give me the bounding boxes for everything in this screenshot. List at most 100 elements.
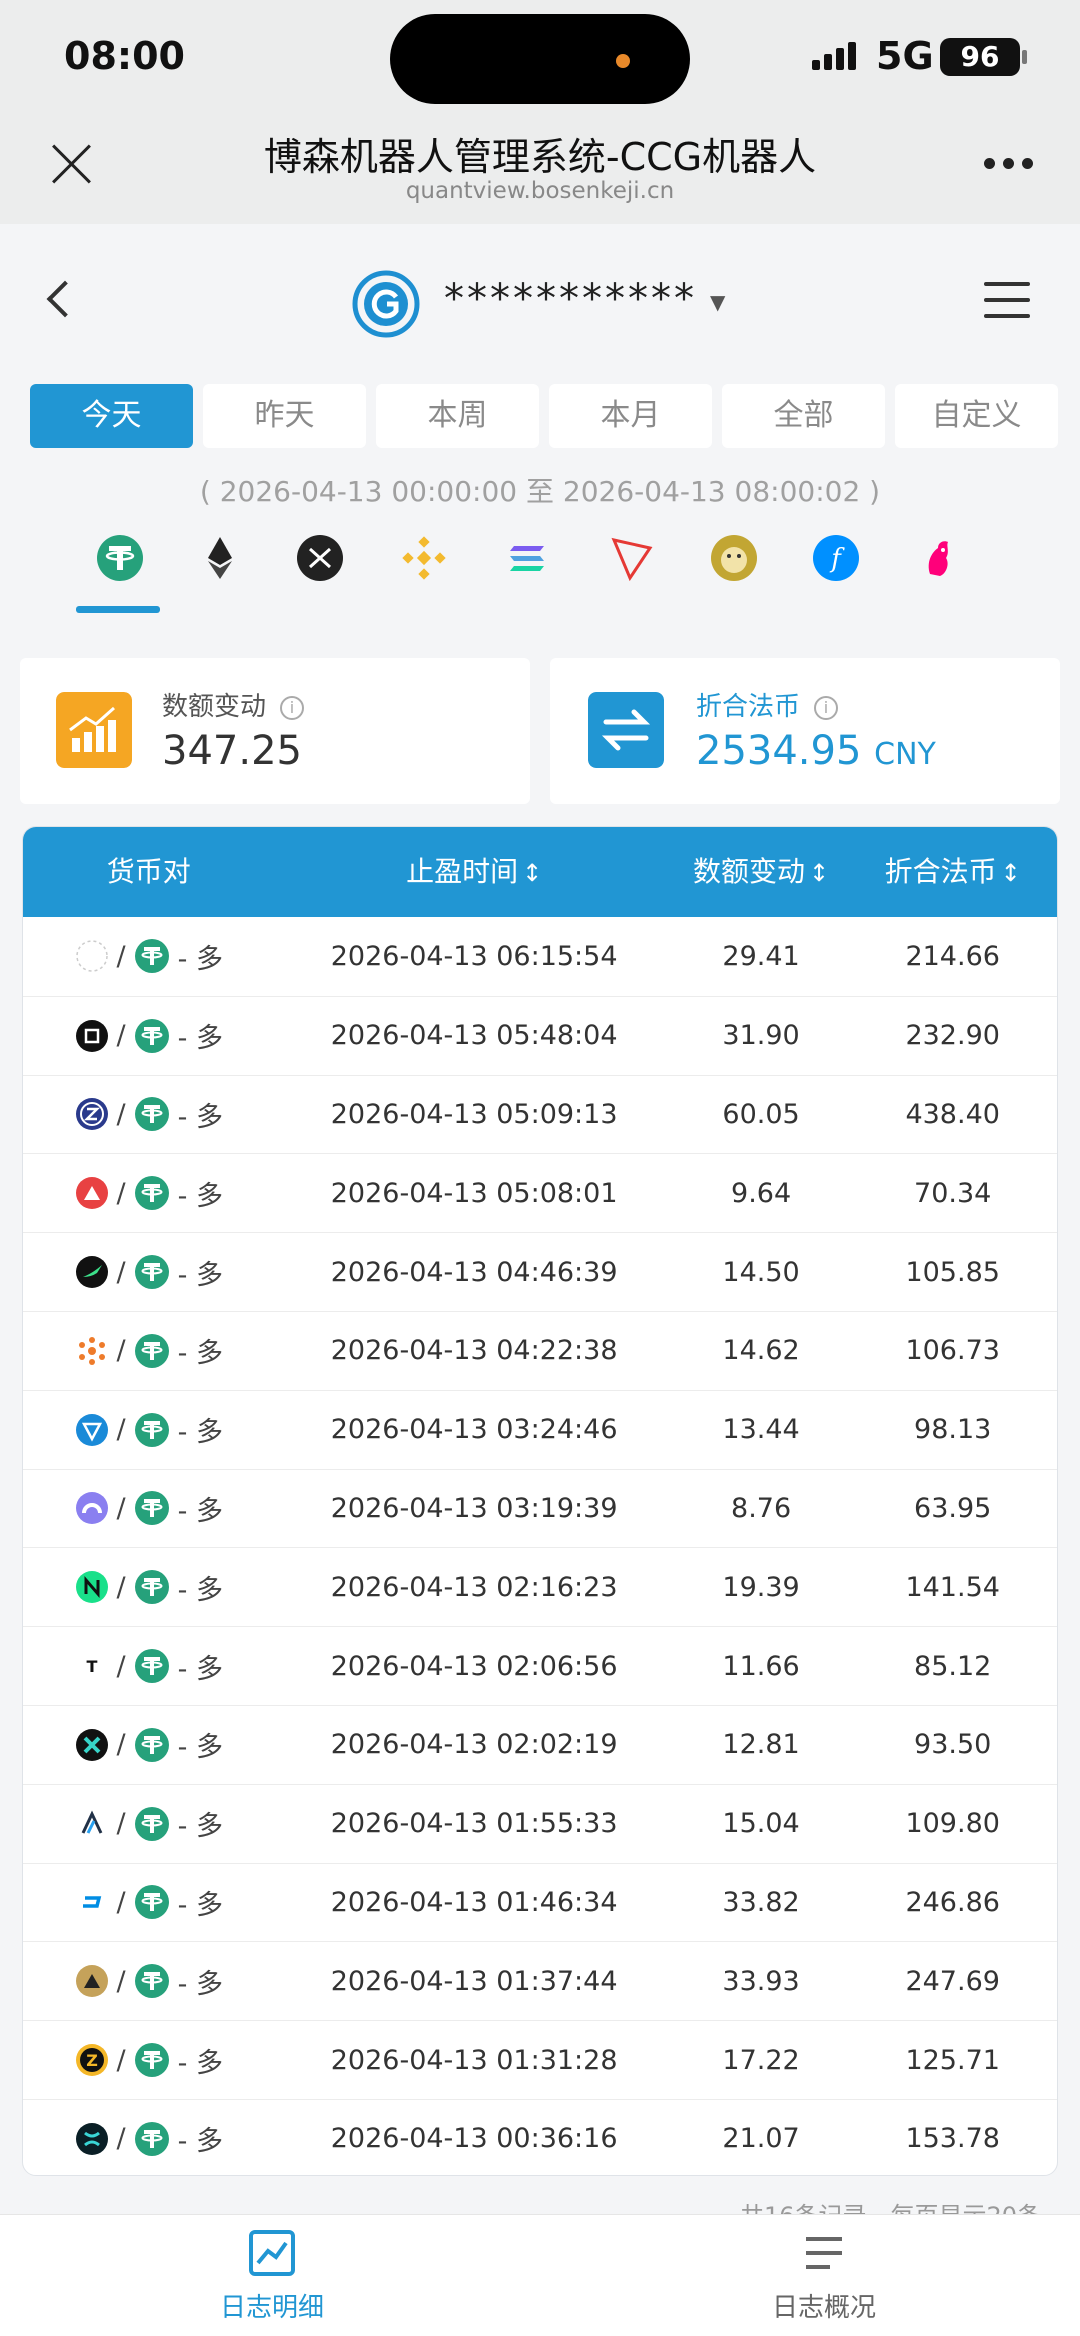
table-row[interactable]: / - 多 2026-04-13 06:15:54 29.41 214.66	[23, 917, 1057, 996]
header-amount[interactable]: 数额变动 ↕	[674, 827, 849, 917]
usdt-icon	[134, 939, 169, 974]
fil-icon[interactable]: f	[812, 534, 860, 582]
table-row[interactable]: / - 多 2026-04-13 02:02:19 12.81 93.50	[23, 1704, 1057, 1784]
fiat-value: 63.95	[914, 1492, 992, 1524]
usdt-icon	[134, 1412, 169, 1447]
usdt-icon	[134, 1333, 169, 1368]
info-icon[interactable]: i	[814, 696, 839, 720]
pair-separator: /	[116, 940, 126, 972]
table-row[interactable]: / - 多 2026-04-13 03:19:39 8.76 63.95	[23, 1468, 1057, 1548]
dash-icon	[75, 1886, 108, 1919]
tab-yesterday[interactable]: 昨天	[203, 384, 366, 448]
fiat-value: 109.80	[905, 1808, 1000, 1840]
menu-icon[interactable]	[984, 280, 1030, 320]
pair-cell: / - 多	[23, 1489, 275, 1528]
status-bar: 08:00 5G 96	[0, 0, 1080, 118]
doge-icon[interactable]	[710, 534, 758, 582]
header-time[interactable]: 止盈时间 ↕	[275, 827, 674, 917]
close-icon[interactable]	[50, 142, 94, 186]
take-profit-time: 2026-04-13 05:09:13	[330, 1098, 618, 1130]
amount-change: 9.64	[731, 1177, 792, 1209]
sort-icon[interactable]: ↕	[809, 828, 829, 918]
camera-notch	[390, 14, 690, 104]
arch-coin-icon	[75, 1492, 108, 1525]
usdt-icon[interactable]	[96, 534, 144, 582]
table-row[interactable]: / - 多 2026-04-13 05:09:13 60.05 438.40	[23, 1074, 1057, 1154]
table-row[interactable]: / - 多 2026-04-13 04:46:39 14.50 105.85	[23, 1232, 1057, 1311]
bottom-nav: 日志明细 日志概况	[0, 2214, 1080, 2336]
pair-separator: /	[116, 1414, 126, 1446]
fiat-value: 105.85	[905, 1256, 1000, 1288]
table-row[interactable]: / - 多 2026-04-13 01:55:33 15.04 109.80	[23, 1783, 1057, 1863]
pair-separator: /	[116, 1020, 126, 1052]
position-side: - 多	[177, 943, 223, 975]
table-row[interactable]: / - 多 2026-04-13 00:36:16 21.07 153.78	[23, 2098, 1057, 2175]
sort-icon[interactable]: ↕	[1001, 828, 1021, 918]
table-row[interactable]: / - 多 2026-04-13 01:46:34 33.82 246.86	[23, 1862, 1057, 1942]
fiat-value: 232.90	[905, 1020, 1000, 1052]
account-dropdown-icon[interactable]: ▼	[710, 290, 725, 314]
table-row[interactable]: Z / - 多 2026-04-13 01:31:28 17.22 125.71	[23, 2020, 1057, 2099]
bnb-icon[interactable]	[400, 534, 448, 582]
pair-separator: /	[116, 1965, 126, 1997]
date-range: ( 2026-04-13 00:00:00 至 2026-04-13 08:00…	[199, 475, 881, 508]
fiat-value: 438.40	[905, 1098, 1000, 1130]
usdt-icon	[134, 1964, 169, 1999]
table-row[interactable]: / - 多 2026-04-13 04:22:38 14.62 106.73	[23, 1310, 1057, 1390]
nav-log-detail[interactable]: 日志明细	[152, 2229, 392, 2324]
position-side: - 多	[177, 1259, 223, 1291]
page-url: quantview.bosenkeji.cn	[405, 178, 675, 204]
signal-icon	[812, 42, 858, 70]
pair-separator: /	[116, 1492, 126, 1524]
tab-all[interactable]: 全部	[722, 384, 885, 448]
take-profit-time: 2026-04-13 01:55:33	[330, 1808, 618, 1840]
amount-change: 17.22	[722, 2044, 800, 2076]
fiat-value: 153.78	[905, 2123, 1000, 2155]
account-logo-icon[interactable]	[352, 270, 420, 338]
amount-change: 15.04	[722, 1808, 800, 1840]
info-icon[interactable]: i	[280, 696, 305, 720]
take-profit-time: 2026-04-13 03:19:39	[330, 1492, 618, 1524]
header-fiat[interactable]: 折合法币 ↕	[848, 827, 1057, 917]
position-side: - 多	[177, 1732, 223, 1764]
uni-icon[interactable]	[916, 534, 964, 582]
table-row[interactable]: / - 多 2026-04-13 02:16:23 19.39 141.54	[23, 1547, 1057, 1626]
sort-icon[interactable]: ↕	[522, 828, 542, 918]
eth-icon[interactable]	[196, 534, 244, 582]
fiat-value: 214.66	[905, 940, 1000, 972]
sol-icon[interactable]	[504, 534, 552, 582]
delta-coin-icon	[75, 1965, 108, 1998]
take-profit-time: 2026-04-13 00:36:16	[330, 2123, 618, 2155]
table-row[interactable]: / - 多 2026-04-13 01:37:44 33.93 247.69	[23, 1941, 1057, 2020]
position-side: - 多	[177, 1101, 223, 1133]
near-icon	[75, 1571, 108, 1604]
avax-icon	[75, 1177, 108, 1210]
pair-separator: /	[116, 1886, 126, 1918]
account-name[interactable]: ***********	[444, 276, 697, 322]
swoosh-coin-icon	[75, 1256, 108, 1289]
position-side: - 多	[177, 1889, 223, 1921]
amount-change: 11.66	[722, 1650, 800, 1682]
table-row[interactable]: / - 多 2026-04-13 05:48:04 31.90 232.90	[23, 995, 1057, 1075]
pair-separator: /	[116, 2123, 126, 2155]
tab-this-month[interactable]: 本月	[549, 384, 712, 448]
table-row[interactable]: T / - 多 2026-04-13 02:06:56 11.66 85.12	[23, 1626, 1057, 1705]
trx-icon[interactable]	[608, 534, 656, 582]
battery-tip	[1022, 50, 1027, 64]
back-icon[interactable]	[40, 280, 76, 320]
table-row[interactable]: / - 多 2026-04-13 03:24:46 13.44 98.13	[23, 1389, 1057, 1469]
fiat-value: 70.34	[914, 1177, 992, 1209]
nav-log-overview[interactable]: 日志概况	[704, 2229, 944, 2324]
pair-separator: /	[116, 1808, 126, 1840]
usdt-icon	[134, 1255, 169, 1290]
svg-text:T: T	[86, 1657, 97, 1676]
pair-cell: / - 多	[23, 1962, 275, 2001]
more-icon[interactable]	[984, 158, 1034, 174]
tab-today[interactable]: 今天	[30, 384, 193, 448]
xrp-icon[interactable]	[296, 534, 344, 582]
pair-separator: /	[116, 1571, 126, 1603]
table-row[interactable]: / - 多 2026-04-13 05:08:01 9.64 70.34	[23, 1153, 1057, 1232]
take-profit-time: 2026-04-13 04:22:38	[330, 1335, 618, 1367]
tab-this-week[interactable]: 本周	[376, 384, 539, 448]
tab-custom[interactable]: 自定义	[895, 384, 1058, 448]
